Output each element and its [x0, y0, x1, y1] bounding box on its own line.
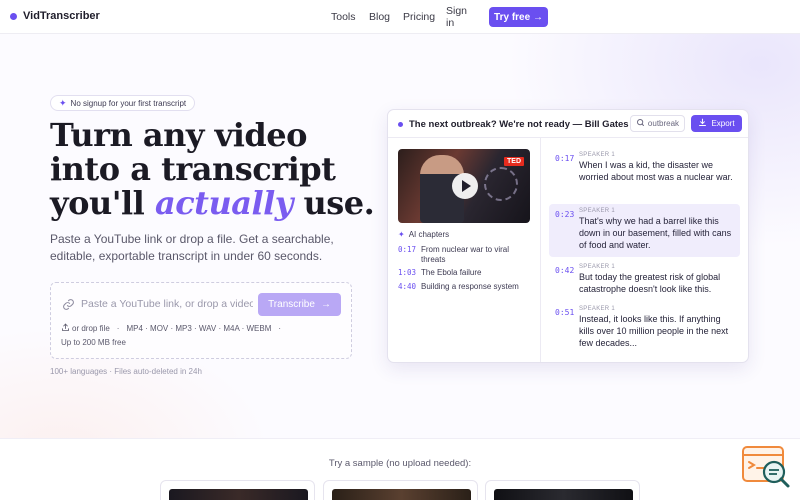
- file-formats-row: or drop file · MP4 · MOV · MP3 · WAV · M…: [61, 323, 281, 334]
- badge-text: No signup for your first transcript: [70, 98, 187, 108]
- supported-formats: MP4 · MOV · MP3 · WAV · M4A · WEBM: [126, 324, 272, 333]
- segment-timestamp: 0:51: [555, 308, 575, 317]
- ted-logo: TED: [504, 157, 524, 166]
- sparkle-icon: ✦: [59, 97, 67, 108]
- sample-video-card[interactable]: [485, 480, 640, 500]
- demo-header: The next outbreak? We're not ready — Bil…: [388, 110, 748, 138]
- nav-link-blog[interactable]: Blog: [369, 11, 390, 23]
- nav-link-tools[interactable]: Tools: [331, 11, 356, 23]
- upload-dropzone[interactable]: Transcribe → or drop file · MP4 · MOV · …: [50, 282, 352, 359]
- chapter-item[interactable]: 4:40 Building a response system: [398, 282, 528, 292]
- transcribe-button-label: Transcribe: [268, 299, 315, 310]
- video-thumbnail[interactable]: TED: [398, 149, 530, 223]
- separator-dot: ·: [278, 324, 282, 333]
- no-signup-badge: ✦ No signup for your first transcript: [50, 95, 196, 111]
- speaker-label: SPEAKER 1: [579, 152, 616, 158]
- chapter-item[interactable]: 0:17 From nuclear war to viral threats: [398, 245, 528, 265]
- brand-dot-icon: [10, 12, 17, 20]
- chapter-timestamp: 0:17: [398, 245, 417, 254]
- transcript-segment[interactable]: 0:17 SPEAKER 1 When I was a kid, the dis…: [549, 148, 740, 187]
- speaker-label: SPEAKER 1: [579, 264, 616, 270]
- play-icon: [462, 180, 471, 192]
- arrow-right-icon: →: [320, 299, 331, 310]
- nav-link-pricing[interactable]: Pricing: [403, 11, 435, 23]
- hero-subtext: Paste a YouTube link or drop a file. Get…: [50, 232, 334, 263]
- transcript-demo-card: The next outbreak? We're not ready — Bil…: [387, 109, 749, 363]
- brand-name: VidTranscriber: [23, 10, 100, 22]
- separator-dot: ·: [116, 324, 120, 333]
- virus-graphic: [484, 167, 518, 201]
- upload-icon: [61, 323, 70, 334]
- help-chat-icon[interactable]: [741, 446, 791, 490]
- panel-divider: [540, 138, 541, 362]
- segment-text: But today the greatest risk of global ca…: [579, 272, 721, 294]
- sample-thumbnail: [332, 489, 471, 500]
- status-dot-icon: [398, 122, 403, 127]
- sparkle-icon: ✦: [398, 230, 405, 239]
- chapter-title: From nuclear war to viral threats: [421, 245, 510, 264]
- segment-timestamp: 0:17: [555, 154, 575, 163]
- hero-footnote: 100+ languages · Files auto-deleted in 2…: [50, 367, 202, 376]
- segment-text: When I was a kid, the disaster we worrie…: [579, 160, 733, 182]
- hero-headline: Turn any video into a transcript you'll …: [50, 116, 375, 222]
- segment-text: That's why we had a barrel like this dow…: [579, 216, 732, 250]
- headline-line-3-post: use.: [292, 184, 375, 222]
- transcript-segment-active[interactable]: 0:23 SPEAKER 1 That's why we had a barre…: [549, 204, 740, 257]
- chapter-timestamp: 1:03: [398, 268, 417, 277]
- headline-line-3: you'll actually use.: [50, 184, 375, 222]
- transcript-search[interactable]: outbreak: [630, 115, 685, 132]
- chapter-item[interactable]: 1:03 The Ebola failure: [398, 268, 528, 278]
- segment-timestamp: 0:42: [555, 266, 575, 275]
- try-free-button[interactable]: Try free →: [489, 7, 548, 27]
- samples-heading: Try a sample (no upload needed):: [328, 458, 472, 469]
- headline-line-2: into a transcript: [50, 150, 336, 188]
- search-term: outbreak: [647, 119, 680, 128]
- url-row: [61, 294, 253, 314]
- video-title: The next outbreak? We're not ready — Bil…: [409, 119, 629, 130]
- ai-chapters-label: AI chapters: [408, 230, 450, 239]
- headline-line-3-pre: you'll: [50, 184, 155, 222]
- play-button[interactable]: [452, 173, 478, 199]
- chapter-title: The Ebola failure: [421, 268, 482, 277]
- sample-thumbnail: [494, 489, 633, 500]
- segment-timestamp: 0:23: [555, 210, 575, 219]
- speaker-label: SPEAKER 1: [579, 306, 616, 312]
- segment-text: Instead, it looks like this. If anything…: [579, 314, 729, 348]
- export-label: Export: [711, 119, 735, 128]
- search-icon: [636, 118, 645, 129]
- headline-accent: actually: [154, 184, 293, 222]
- section-divider: [0, 438, 800, 439]
- transcribe-button[interactable]: Transcribe →: [258, 293, 341, 316]
- sample-video-card[interactable]: [323, 480, 478, 500]
- transcript-segment[interactable]: 0:42 SPEAKER 1 But today the greatest ri…: [549, 260, 740, 299]
- top-nav: VidTranscriber Tools Blog Pricing Sign i…: [0, 0, 800, 34]
- export-button[interactable]: Export: [691, 115, 742, 132]
- download-icon: [698, 118, 707, 129]
- chapter-title: Building a response system: [421, 282, 519, 291]
- chapter-timestamp: 4:40: [398, 282, 417, 291]
- sample-video-card[interactable]: [160, 480, 315, 500]
- nav-link-sign-in[interactable]: Sign in: [446, 5, 467, 29]
- transcript-segment[interactable]: 0:51 SPEAKER 1 Instead, it looks like th…: [549, 302, 740, 353]
- link-icon: [61, 297, 75, 311]
- sample-thumbnail: [169, 489, 308, 500]
- drop-file-link[interactable]: or drop file: [72, 324, 110, 333]
- youtube-url-input[interactable]: [81, 294, 253, 314]
- speaker-label: SPEAKER 1: [579, 208, 616, 214]
- headline-line-1: Turn any video: [50, 116, 307, 154]
- brand-logo[interactable]: VidTranscriber: [10, 10, 100, 22]
- size-limit: Up to 200 MB free: [61, 338, 126, 347]
- ai-chapters-heading: ✦ AI chapters: [398, 230, 449, 239]
